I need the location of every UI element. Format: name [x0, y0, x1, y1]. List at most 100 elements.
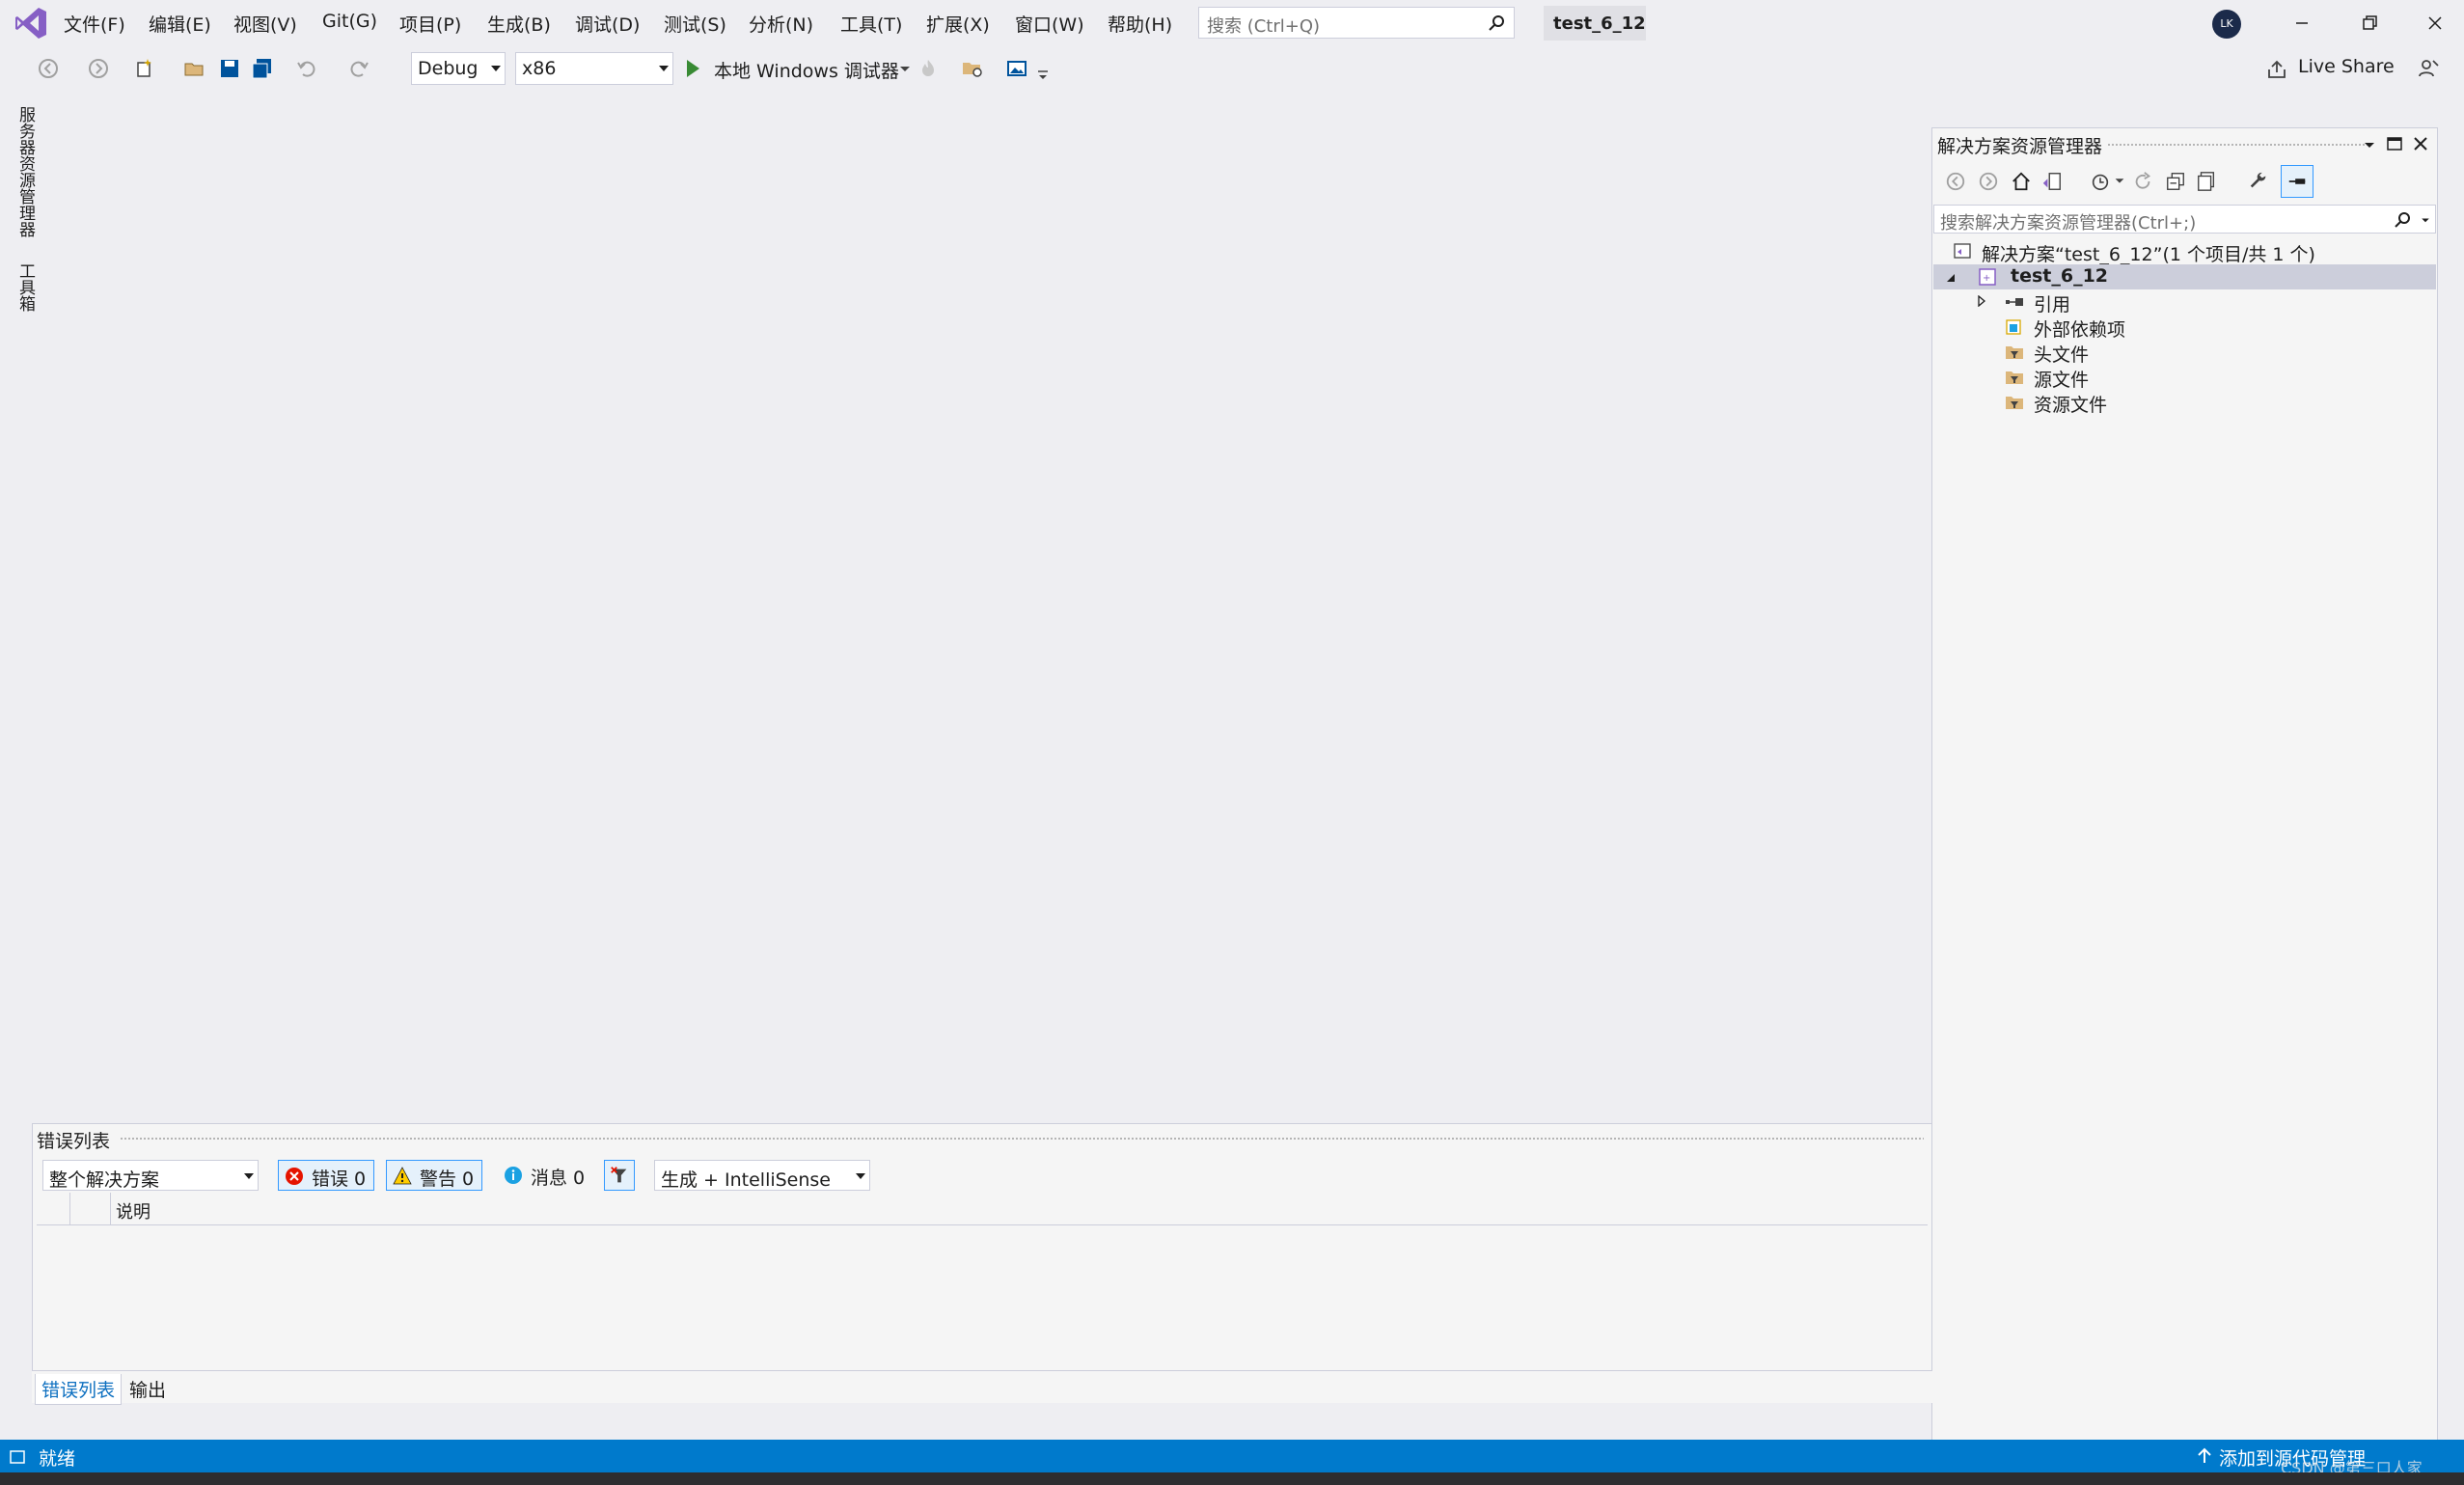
chevron-down-icon[interactable] — [2420, 214, 2431, 226]
open-folder-icon[interactable] — [183, 57, 206, 80]
home-icon[interactable] — [2011, 171, 2032, 192]
menu-test[interactable]: 测试(S) — [664, 11, 726, 37]
close-icon[interactable] — [2412, 135, 2429, 152]
errors-filter-button[interactable]: 错误 0 — [278, 1160, 375, 1191]
platform-value: x86 — [522, 58, 557, 79]
tree-item-resource-files[interactable]: 资源文件 — [1933, 390, 2436, 416]
status-text: 就绪 — [39, 1448, 76, 1470]
toolbar-overflow-icon[interactable] — [1034, 64, 1057, 87]
menu-edit[interactable]: 编辑(E) — [149, 11, 211, 37]
references-icon — [2006, 298, 2023, 306]
search-input[interactable]: 搜索 (Ctrl+Q) — [1198, 7, 1515, 39]
tree-item-label: 外部依赖项 — [2034, 319, 2126, 341]
tree-item-source-files[interactable]: 源文件 — [1933, 365, 2436, 391]
panel-grip[interactable] — [120, 1137, 1924, 1141]
forward-icon[interactable] — [87, 57, 110, 80]
status-icon — [10, 1450, 25, 1464]
tab-error-list[interactable]: 错误列表 — [35, 1374, 123, 1405]
tree-solution-node[interactable]: 解决方案“test_6_12”(1 个项目/共 1 个) — [1933, 239, 2436, 265]
tree-item-external-dependencies[interactable]: 外部依赖项 — [1933, 315, 2436, 341]
save-all-icon[interactable] — [251, 57, 274, 80]
chevron-down-icon[interactable] — [2113, 174, 2126, 187]
maximize-icon[interactable] — [2386, 135, 2403, 152]
folder-search-icon[interactable] — [961, 57, 984, 80]
refresh-icon[interactable] — [2132, 171, 2153, 192]
error-list-title: 错误列表 — [37, 1131, 111, 1152]
preview-selected-button[interactable] — [2281, 165, 2313, 198]
menu-window[interactable]: 窗口(W) — [1015, 11, 1084, 37]
menu-file[interactable]: 文件(F) — [64, 11, 125, 37]
collapse-all-icon[interactable] — [2165, 171, 2186, 192]
server-explorer-tab[interactable]: 服务器资源管理器 — [14, 106, 38, 237]
clear-filter-button[interactable] — [604, 1160, 635, 1191]
tree-item-header-files[interactable]: 头文件 — [1933, 340, 2436, 366]
solution-explorer-search-input[interactable]: 搜索解决方案资源管理器(Ctrl+;) — [1933, 205, 2436, 234]
chevron-down-icon[interactable] — [2362, 137, 2377, 152]
properties-wrench-icon[interactable] — [2248, 171, 2269, 192]
solution-explorer-toolbar — [1933, 162, 2436, 201]
expanded-triangle-icon[interactable] — [1945, 272, 1957, 284]
tree-item-label: 源文件 — [2034, 370, 2090, 391]
menu-project[interactable]: 项目(P) — [399, 11, 461, 37]
status-bar: 就绪 添加到源代码管理 CSDN @第三口人家 — [0, 1440, 2464, 1477]
save-icon[interactable] — [218, 57, 241, 80]
tree-item-references[interactable]: 引用 — [1933, 289, 2436, 316]
errors-filter-label: 错误 0 — [312, 1169, 367, 1190]
warnings-filter-button[interactable]: 警告 0 — [386, 1160, 483, 1191]
undo-icon[interactable] — [295, 57, 318, 80]
filter-clear-icon — [611, 1167, 627, 1183]
arrow-up-icon[interactable] — [2196, 1447, 2213, 1465]
menu-extensions[interactable]: 扩展(X) — [926, 11, 990, 37]
collapsed-triangle-icon[interactable] — [1976, 295, 1987, 307]
source-select[interactable]: 生成 + IntelliSense — [654, 1160, 870, 1191]
back-icon[interactable] — [37, 57, 60, 80]
column-description-header[interactable]: 说明 — [116, 1198, 151, 1224]
show-all-files-icon[interactable] — [2196, 171, 2217, 192]
tree-project-node[interactable]: + test_6_12 — [1933, 264, 2436, 289]
solution-name-tag: test_6_12 — [1544, 6, 1646, 41]
tab-output[interactable]: 输出 — [123, 1374, 172, 1404]
column-divider — [110, 1193, 111, 1225]
menu-git[interactable]: Git(G) — [322, 11, 377, 32]
back-icon[interactable] — [1945, 171, 1966, 192]
history-icon[interactable] — [2090, 171, 2111, 192]
minimize-icon[interactable] — [2286, 8, 2317, 39]
external-dependencies-icon — [2006, 319, 2021, 335]
tree-item-label: 头文件 — [2034, 344, 2090, 366]
menu-tools[interactable]: 工具(T) — [840, 11, 902, 37]
restore-icon[interactable] — [2354, 8, 2385, 39]
hot-reload-icon[interactable] — [917, 57, 940, 80]
avatar[interactable]: LK — [2212, 10, 2241, 39]
error-list-tabs — [32, 1370, 1932, 1403]
forward-icon[interactable] — [1978, 171, 1999, 192]
filter-folder-icon — [2006, 346, 2023, 359]
panel-grip[interactable] — [2107, 143, 2368, 148]
menu-debug[interactable]: 调试(D) — [575, 11, 640, 37]
filter-folder-icon — [2006, 397, 2023, 409]
menu-help[interactable]: 帮助(H) — [1108, 11, 1172, 37]
chevron-down-icon[interactable] — [893, 57, 917, 80]
new-project-icon[interactable] — [133, 57, 156, 80]
play-icon — [687, 60, 699, 77]
solution-node-label: 解决方案“test_6_12”(1 个项目/共 1 个) — [1982, 244, 2315, 265]
feedback-icon[interactable] — [2418, 57, 2441, 80]
tree-item-label: 引用 — [2034, 294, 2071, 316]
redo-icon[interactable] — [347, 57, 370, 80]
column-divider — [69, 1193, 70, 1225]
platform-select[interactable]: x86 — [515, 52, 673, 85]
switch-views-icon[interactable] — [2041, 171, 2063, 192]
menu-analyze[interactable]: 分析(N) — [749, 11, 813, 37]
scope-select[interactable]: 整个解决方案 — [42, 1160, 259, 1191]
chevron-down-icon — [244, 1173, 254, 1179]
info-icon — [505, 1167, 522, 1184]
configuration-select[interactable]: Debug — [411, 52, 506, 85]
toolbox-tab[interactable]: 工具箱 — [14, 262, 38, 312]
menu-build[interactable]: 生成(B) — [487, 11, 551, 37]
screenshot-icon[interactable] — [1005, 57, 1028, 80]
messages-filter-button[interactable]: 消息 0 — [498, 1160, 592, 1191]
menu-view[interactable]: 视图(V) — [233, 11, 297, 37]
solution-icon — [1954, 243, 1971, 259]
visual-studio-logo-icon[interactable] — [14, 6, 48, 41]
source-value: 生成 + IntelliSense — [661, 1169, 832, 1191]
close-icon[interactable] — [2420, 8, 2450, 39]
